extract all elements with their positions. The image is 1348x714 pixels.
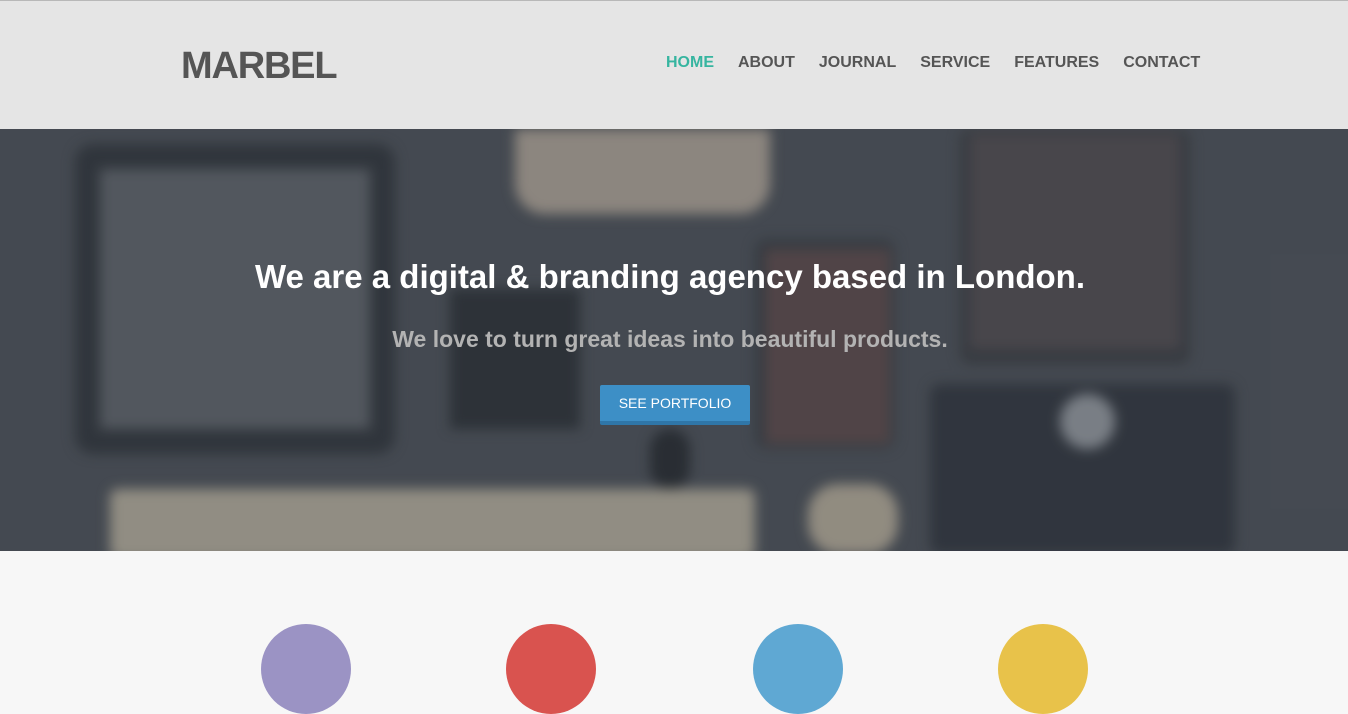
hero-subtitle: We love to turn great ideas into beautif… <box>392 326 948 352</box>
nav-about[interactable]: ABOUT <box>738 53 795 73</box>
nav-contact[interactable]: CONTACT <box>1123 53 1200 73</box>
hero-title: We are a digital & branding agency based… <box>254 258 1085 295</box>
nav-features[interactable]: FEATURES <box>1014 53 1099 73</box>
site-logo[interactable]: MARBEL <box>181 43 338 89</box>
hero-section: We are a digital & branding agency based… <box>0 129 1348 551</box>
see-portfolio-button[interactable]: SEE PORTFOLIO <box>600 385 750 425</box>
main-nav: HOME ABOUT JOURNAL SERVICE FEATURES CONT… <box>666 53 1200 73</box>
nav-journal[interactable]: JOURNAL <box>819 53 896 73</box>
nav-home[interactable]: HOME <box>666 53 714 73</box>
site-header: MARBEL HOME ABOUT JOURNAL SERVICE FEATUR… <box>0 0 1348 129</box>
nav-service[interactable]: SERVICE <box>920 53 990 73</box>
features-section <box>0 551 1348 714</box>
